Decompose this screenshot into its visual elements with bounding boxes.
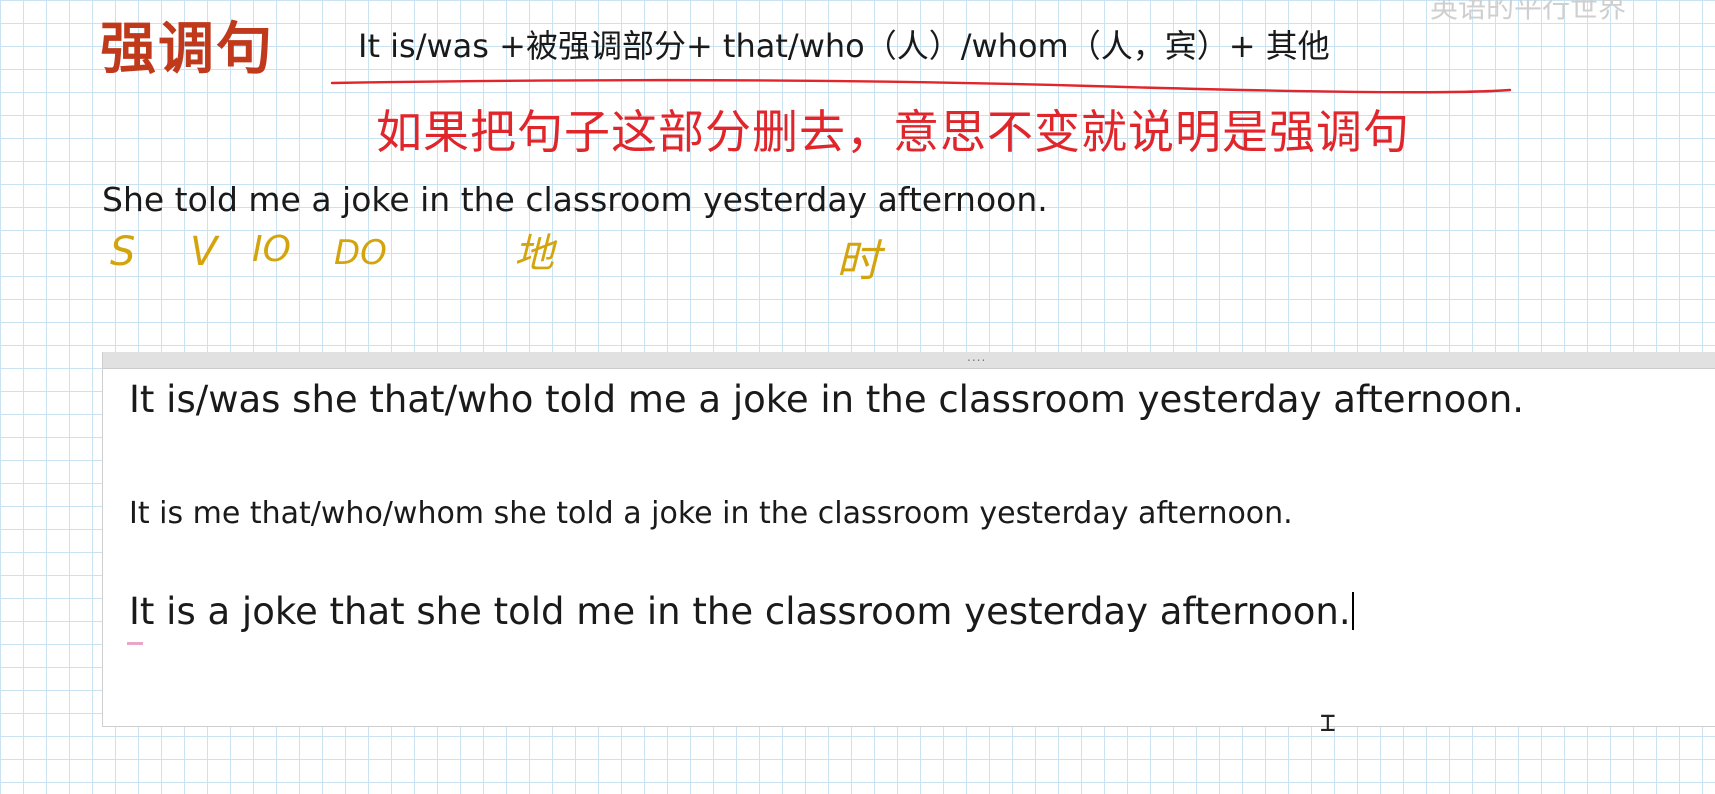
editor-line-direct-object-cleft[interactable]: It is a joke that she told me in the cla… <box>129 586 1354 638</box>
resize-grip-icon[interactable]: .... <box>967 350 986 364</box>
annotation-indirect-object: IO <box>252 229 291 270</box>
red-underline-stroke <box>330 78 1512 94</box>
annotation-place: 地 <box>514 231 554 277</box>
annotation-subject: S <box>110 229 136 275</box>
annotation-verb: V <box>190 229 218 275</box>
annotation-time: 时 <box>836 236 880 287</box>
editor-line-text[interactable]: It is a joke that she told me in the cla… <box>129 590 1351 633</box>
editor-line-object-cleft[interactable]: It is me that/who/whom she told a joke i… <box>129 494 1293 534</box>
base-sentence: She told me a joke in the classroom yest… <box>102 180 1048 219</box>
emphasis-hint: 如果把句子这部分删去，意思不变就说明是强调句 <box>376 105 1410 159</box>
panel-resize-bar[interactable]: .... <box>103 350 1715 369</box>
text-caret <box>1351 592 1354 630</box>
spellcheck-mark <box>127 642 143 645</box>
text-cursor-icon: ⌶ <box>1320 708 1336 738</box>
page-title: 强调句 <box>100 17 274 82</box>
text-editor-panel[interactable]: .... It is/was she that/who told me a jo… <box>102 350 1715 727</box>
annotation-direct-object: DO <box>334 233 387 273</box>
channel-watermark: 英语的平行世界 <box>1430 0 1627 24</box>
cleft-formula: It is/was +被强调部分+ that/who（人）/whom（人，宾）+… <box>358 27 1330 65</box>
editor-line-subject-cleft[interactable]: It is/was she that/who told me a joke in… <box>129 374 1524 426</box>
